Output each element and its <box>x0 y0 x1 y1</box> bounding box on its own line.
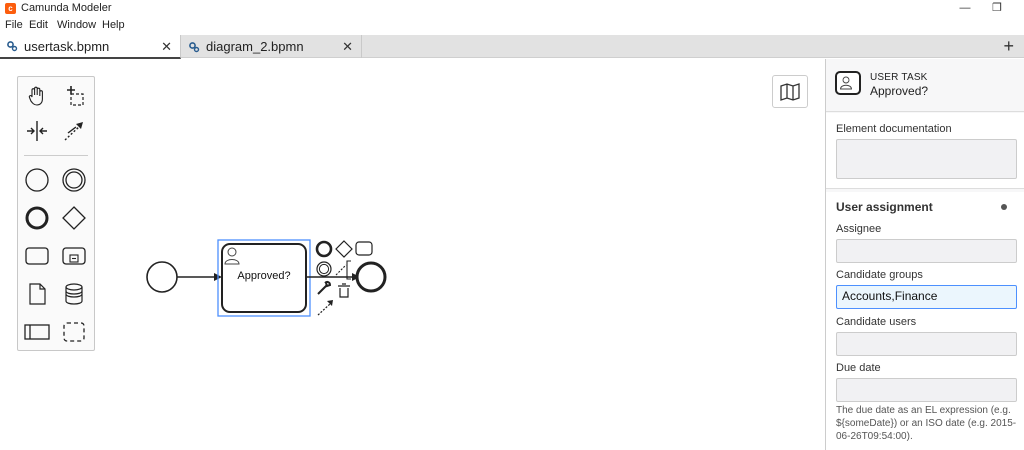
space-tool-icon[interactable] <box>23 117 51 145</box>
menu-edit[interactable]: Edit <box>29 19 48 31</box>
properties-panel: USER TASK Approved? Element documentatio… <box>825 59 1024 450</box>
properties-header: USER TASK Approved? <box>826 59 1024 112</box>
restore-button[interactable]: ❐ <box>982 0 1012 16</box>
global-connect-icon[interactable] <box>60 117 88 145</box>
start-event-icon[interactable] <box>23 166 51 194</box>
task-label: Approved? <box>237 270 291 282</box>
intermediate-event-icon[interactable] <box>60 166 88 194</box>
group-icon[interactable] <box>60 318 88 346</box>
tab-usertask[interactable]: usertask.bpmn ✕ <box>0 35 181 59</box>
diagram-canvas[interactable] <box>0 59 825 450</box>
due-date-label: Due date <box>836 362 881 374</box>
tab-bar: usertask.bpmn ✕ diagram_2.bpmn ✕ + <box>0 35 1024 59</box>
menu-window[interactable]: Window <box>57 19 96 31</box>
section-title[interactable]: User assignment <box>836 200 933 214</box>
section-status-dot <box>1001 204 1007 210</box>
tab-diagram-2[interactable]: diagram_2.bpmn ✕ <box>182 35 362 58</box>
candidate-users-input[interactable] <box>836 332 1017 356</box>
lasso-tool-icon[interactable] <box>60 82 88 110</box>
window-title: Camunda Modeler <box>21 2 112 14</box>
menu-bar: File Edit Window Help <box>0 18 1024 34</box>
task-icon[interactable] <box>23 242 51 270</box>
tab-label: diagram_2.bpmn <box>206 39 304 54</box>
data-object-icon[interactable] <box>23 280 51 308</box>
documentation-textarea[interactable] <box>836 139 1017 179</box>
pool-icon[interactable] <box>23 318 51 346</box>
bpmn-file-icon <box>189 41 200 52</box>
palette-separator <box>24 155 88 156</box>
end-event-icon[interactable] <box>23 204 51 232</box>
documentation-section: Element documentation <box>826 113 1024 189</box>
menu-file[interactable]: File <box>5 19 23 31</box>
subprocess-icon[interactable] <box>60 242 88 270</box>
tool-palette <box>17 76 95 351</box>
tab-close-icon[interactable]: ✕ <box>342 39 353 55</box>
hand-tool-icon[interactable] <box>23 82 51 110</box>
assignee-label: Assignee <box>836 223 882 235</box>
assignee-input[interactable] <box>836 239 1017 263</box>
data-store-icon[interactable] <box>60 280 88 308</box>
map-icon <box>780 82 800 101</box>
title-bar: c Camunda Modeler — ❐ <box>0 0 1024 18</box>
due-date-input[interactable] <box>836 378 1017 402</box>
minimize-button[interactable]: — <box>950 0 980 16</box>
candidate-groups-label: Candidate groups <box>836 269 923 281</box>
element-name: Approved? <box>870 84 929 98</box>
minimap-toggle-button[interactable] <box>772 75 808 108</box>
candidate-users-label: Candidate users <box>836 316 917 328</box>
element-type: USER TASK <box>870 72 928 83</box>
gateway-icon[interactable] <box>60 204 88 232</box>
camunda-logo-icon: c <box>5 3 16 14</box>
add-tab-button[interactable]: + <box>1003 36 1014 57</box>
user-task-type-icon <box>835 71 861 95</box>
due-date-help-text: The due date as an EL expression (e.g. $… <box>836 405 1017 442</box>
tab-close-icon[interactable]: ✕ <box>161 39 172 55</box>
candidate-groups-input[interactable]: Accounts,Finance <box>836 285 1017 309</box>
user-assignment-section: User assignment Assignee Candidate group… <box>826 192 1024 450</box>
documentation-label: Element documentation <box>836 123 952 135</box>
menu-help[interactable]: Help <box>102 19 125 31</box>
tab-label: usertask.bpmn <box>24 38 110 54</box>
bpmn-file-icon <box>7 41 18 52</box>
